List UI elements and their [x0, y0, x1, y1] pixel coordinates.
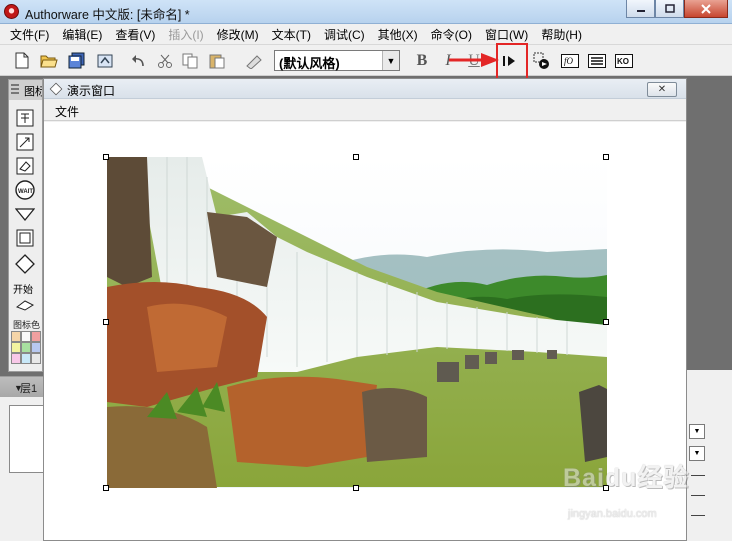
menu-edit[interactable]: 编辑(E) [57, 26, 107, 43]
copy-icon[interactable] [180, 51, 200, 70]
find-icon[interactable] [244, 51, 264, 70]
cut-icon[interactable] [155, 51, 175, 70]
menu-help[interactable]: 帮助(H) [536, 26, 587, 43]
variables-icon [588, 53, 606, 68]
navigate-icon[interactable] [15, 204, 35, 224]
presentation-title: 演示窗口 [67, 84, 116, 98]
resize-handle[interactable] [103, 154, 109, 160]
control-panel-icon [533, 52, 549, 69]
presentation-title-bar[interactable]: 演示窗口 ✕ [44, 79, 686, 99]
title-bar: Authorware 中文版: [未命名] * [0, 0, 732, 24]
properties-dropdown[interactable]: ▼ [689, 424, 705, 439]
erase-icon[interactable] [15, 156, 35, 176]
close-icon: ✕ [657, 84, 667, 95]
grip-icon[interactable] [11, 84, 19, 96]
minimize-button[interactable] [626, 0, 655, 18]
decision-icon[interactable] [15, 254, 35, 274]
menu-debug[interactable]: 调试(C) [319, 26, 370, 43]
undo-icon[interactable] [128, 51, 148, 70]
resize-handle[interactable] [603, 154, 609, 160]
save-all-icon[interactable] [67, 51, 87, 70]
open-folder-icon[interactable] [39, 51, 59, 70]
swatch[interactable] [21, 331, 31, 342]
menu-view[interactable]: 查看(V) [110, 26, 160, 43]
presentation-menu-bar: 文件 [44, 99, 686, 121]
import-icon[interactable] [95, 51, 115, 70]
resize-handle[interactable] [353, 154, 359, 160]
menu-window[interactable]: 窗口(W) [480, 26, 533, 43]
layer-panel-content[interactable] [9, 405, 44, 473]
close-button[interactable] [684, 0, 728, 18]
menu-insert[interactable]: 插入(I) [163, 26, 208, 43]
menu-text[interactable]: 文本(T) [267, 26, 316, 43]
palette-header: 图标 [9, 80, 42, 100]
swatch[interactable] [11, 331, 21, 342]
watermark: Baidu经验 jingyan.baidu.com [560, 458, 730, 528]
minimize-icon [636, 9, 645, 12]
icon-palette: 图标 WAIT 开始 图标色彩 [8, 79, 43, 372]
display-icon[interactable] [15, 108, 35, 128]
svg-text:fO: fO [564, 56, 574, 66]
swatch[interactable] [21, 342, 31, 353]
close-icon [701, 3, 711, 14]
knowledge-objects-icon: KO [615, 53, 633, 68]
window-controls [626, 0, 728, 18]
presentation-menu-file[interactable]: 文件 [55, 103, 79, 120]
style-select[interactable]: (默认风格) ▼ [274, 50, 400, 71]
presentation-window-icon [49, 82, 63, 96]
swatch[interactable] [21, 353, 31, 364]
toolbar: (默认风格) ▼ B I U fO KO [0, 45, 732, 76]
red-arrow-icon [449, 53, 499, 67]
collapse-icon[interactable]: ▼ [14, 383, 23, 393]
knowledge-objects-button[interactable]: KO [614, 51, 634, 70]
swatch[interactable] [11, 342, 21, 353]
maximize-icon [664, 4, 675, 13]
app-icon[interactable] [4, 4, 19, 19]
resize-handle[interactable] [103, 485, 109, 491]
bold-button[interactable]: B [412, 51, 432, 70]
svg-text:WAIT: WAIT [18, 189, 33, 195]
swatch[interactable] [11, 353, 21, 364]
swatch[interactable] [31, 342, 41, 353]
color-swatches [11, 331, 41, 364]
menu-bar: 文件(F) 编辑(E) 查看(V) 插入(I) 修改(M) 文本(T) 调试(C… [0, 24, 732, 45]
svg-text:KO: KO [617, 57, 629, 66]
control-panel-button[interactable] [532, 51, 552, 70]
start-label: 开始 [13, 285, 33, 296]
layer-panel: ▼ 层1 [0, 376, 44, 541]
presentation-close-button[interactable]: ✕ [647, 82, 677, 97]
new-file-icon[interactable] [12, 51, 32, 70]
functions-button[interactable]: fO [560, 51, 580, 70]
palette-title: 图标 [24, 86, 42, 98]
swatch[interactable] [31, 331, 41, 342]
framework-icon[interactable] [15, 228, 35, 248]
start-flag-icon[interactable] [15, 295, 35, 315]
menu-file[interactable]: 文件(F) [5, 26, 54, 43]
paste-icon[interactable] [207, 51, 227, 70]
resize-handle[interactable] [353, 485, 359, 491]
style-select-value: (默认风格) [279, 56, 340, 71]
maximize-button[interactable] [655, 0, 684, 18]
resize-handle[interactable] [103, 319, 109, 325]
motion-icon[interactable] [15, 132, 35, 152]
layer-panel-header: ▼ 层1 [0, 377, 44, 397]
watermark-brand: Baidu经验 [563, 464, 690, 492]
watermark-url: jingyan.baidu.com [568, 508, 657, 520]
variables-button[interactable] [587, 51, 607, 70]
functions-icon: fO [561, 53, 579, 68]
swatch[interactable] [31, 353, 41, 364]
resize-handle[interactable] [603, 319, 609, 325]
chevron-down-icon[interactable]: ▼ [382, 51, 399, 70]
wait-icon[interactable]: WAIT [15, 180, 35, 200]
menu-other[interactable]: 其他(X) [373, 26, 423, 43]
menu-commands[interactable]: 命令(O) [426, 26, 477, 43]
waterfall-image[interactable] [107, 157, 607, 488]
window-title: Authorware 中文版: [未命名] * [25, 8, 190, 22]
menu-modify[interactable]: 修改(M) [212, 26, 264, 43]
